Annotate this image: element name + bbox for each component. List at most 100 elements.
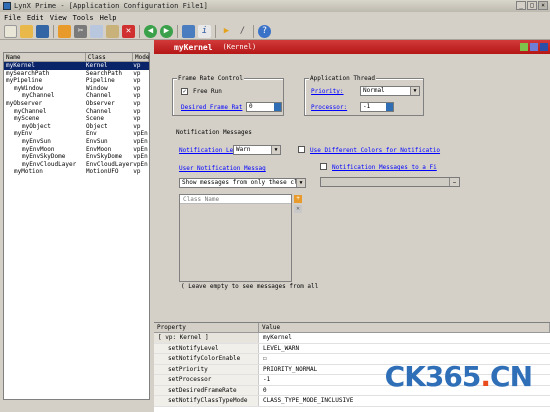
free-run-checkbox[interactable]: ✓ [181,88,188,95]
property-value[interactable]: PRIORITY_NORMAL [259,365,317,375]
class-list[interactable]: Class Name [179,194,292,282]
menu-tools[interactable]: Tools [73,14,94,22]
spinner-arrows-icon[interactable] [274,103,281,111]
property-name: setPriority [154,364,259,374]
tree-item-mode: vp [133,77,141,85]
property-value[interactable]: ☐ [259,354,267,364]
instance-header: myKernel (Kernel) [154,40,550,54]
tree-item-mode: vpEn [133,145,148,153]
class-list-header: Class Name [180,195,291,204]
tree-row[interactable]: myObject Object vp [4,123,149,131]
tree-item-mode: vp [133,122,141,130]
to-file-link[interactable]: Notification Messages to a Fi [332,164,437,171]
tree-col-class[interactable]: Class [86,53,133,61]
run-icon[interactable]: ▶ [220,25,233,38]
tree-row[interactable]: myChannel Channel vp [4,108,149,116]
diff-colors-checkbox[interactable] [298,146,305,153]
copy-icon[interactable] [90,24,103,38]
property-value[interactable]: LEVEL_WARN [259,344,299,354]
property-row[interactable]: [ vp: Kernel ] myKernel [154,333,550,344]
property-row[interactable]: setNotifyClassTypeMode CLASS_TYPE_MODE_IN… [154,396,550,407]
class-filter-select[interactable]: Show messages from only these clas ▼ [179,178,306,188]
property-row[interactable]: setNotifyLevel LEVEL_WARN [154,343,550,354]
menu-view[interactable]: View [50,14,67,22]
forward-icon[interactable]: ▶ [160,24,173,38]
tree-col-mode[interactable]: Mode [133,53,149,61]
info-icon[interactable]: i [198,24,211,38]
property-value[interactable]: 0 [259,386,267,396]
properties-icon[interactable] [182,24,195,38]
chevron-down-icon[interactable]: ▼ [271,146,280,154]
processor-spinner[interactable]: -1 [360,102,394,112]
browse-icon[interactable]: … [449,178,459,186]
notification-level-link[interactable]: Notification Leve [179,147,240,154]
file-path-field[interactable]: … [320,177,460,187]
tree-item-name: mySearchPath [6,69,50,77]
green-tool-icon[interactable] [520,43,528,51]
diff-colors-link[interactable]: Use Different Colors for Notificatio [310,147,440,154]
tree-row[interactable]: myEnvSkyDome EnvSkyDome vpEn [4,153,149,161]
tree-item-class: Channel [86,92,112,100]
property-value[interactable]: CLASS_TYPE_MODE_INCLUSIVE [259,396,353,406]
save-all-icon[interactable] [58,24,71,38]
desired-frame-rate-link[interactable]: Desired Frame Rat [181,104,242,111]
maximize-button[interactable]: □ [527,1,537,10]
priority-link[interactable]: Priority: [311,88,344,95]
to-file-checkbox[interactable] [320,163,327,170]
add-class-icon[interactable]: + [294,195,302,203]
paste-icon[interactable] [106,24,119,38]
tree-row[interactable]: myWindow Window vp [4,85,149,93]
tree-row[interactable]: myMotion MotionUFO vp [4,168,149,176]
tree-row[interactable]: mySearchPath SearchPath vp [4,70,149,78]
edit-icon[interactable]: / [236,25,249,38]
spinner-arrows-icon[interactable] [386,103,393,111]
property-col-header[interactable]: Property [154,323,259,332]
tree-item-name: myEnvMoon [22,145,55,153]
delete-icon[interactable]: ✕ [122,24,135,38]
chevron-down-icon[interactable]: ▼ [410,87,419,95]
tree-row[interactable]: myEnvSun EnvSun vpEn [4,138,149,146]
tree-col-name[interactable]: Name [4,53,86,61]
tree-row[interactable]: myObserver Observer vp [4,100,149,108]
property-value[interactable]: myKernel [259,333,292,343]
menu-file[interactable]: File [4,14,21,22]
property-name: setNotifyClassTypeMode [154,396,259,406]
priority-select[interactable]: Normal ▼ [360,86,420,96]
blue-tool-icon[interactable] [530,43,538,51]
desired-frame-rate-spinner[interactable]: 0 [246,102,282,112]
minimize-button[interactable]: _ [516,1,526,10]
tree-row[interactable]: myPipeline Pipeline vp [4,77,149,85]
tree-row[interactable]: myChannel Channel vp [4,92,149,100]
help-small-icon[interactable] [540,43,548,51]
tree-row[interactable]: myEnvCloudLayer EnvCloudLayer vpEn [4,161,149,169]
open-folder-icon[interactable] [20,24,33,38]
instance-type: (Kernel) [222,43,257,51]
app-thread-title: Application Thread [309,75,377,82]
chevron-down-icon[interactable]: ▼ [296,179,305,187]
instance-name: myKernel [174,42,213,52]
property-value[interactable]: -1 [259,375,270,385]
processor-link[interactable]: Processor: [311,104,347,111]
tree-item-class: Env [85,130,97,138]
user-notification-link[interactable]: User Notification Messag [179,165,266,172]
property-name: setProcessor [154,375,259,385]
tree-item-class: EnvMoon [86,145,112,153]
close-button[interactable]: × [538,1,548,10]
tree-row[interactable]: myEnv Env vpEn [4,130,149,138]
cut-icon[interactable]: ✂ [74,24,87,38]
value-col-header[interactable]: Value [259,323,550,332]
tree-item-mode: vpEn [133,130,148,138]
new-file-icon[interactable] [4,24,17,38]
notification-level-select[interactable]: Warn ▼ [233,145,281,155]
tree-item-mode: vp [133,168,141,176]
tree-row[interactable]: myKernel Kernel vp [4,62,149,70]
tree-row[interactable]: myEnvMoon EnvMoon vpEn [4,146,149,154]
property-name: setNotifyLevel [154,343,259,353]
menu-edit[interactable]: Edit [27,14,44,22]
menu-help[interactable]: Help [100,14,117,22]
save-icon[interactable] [36,24,49,38]
tree-row[interactable]: myScene Scene vp [4,115,149,123]
back-icon[interactable]: ◀ [144,24,157,38]
help-icon[interactable]: ? [258,24,271,38]
remove-class-icon[interactable]: ✕ [294,205,302,213]
